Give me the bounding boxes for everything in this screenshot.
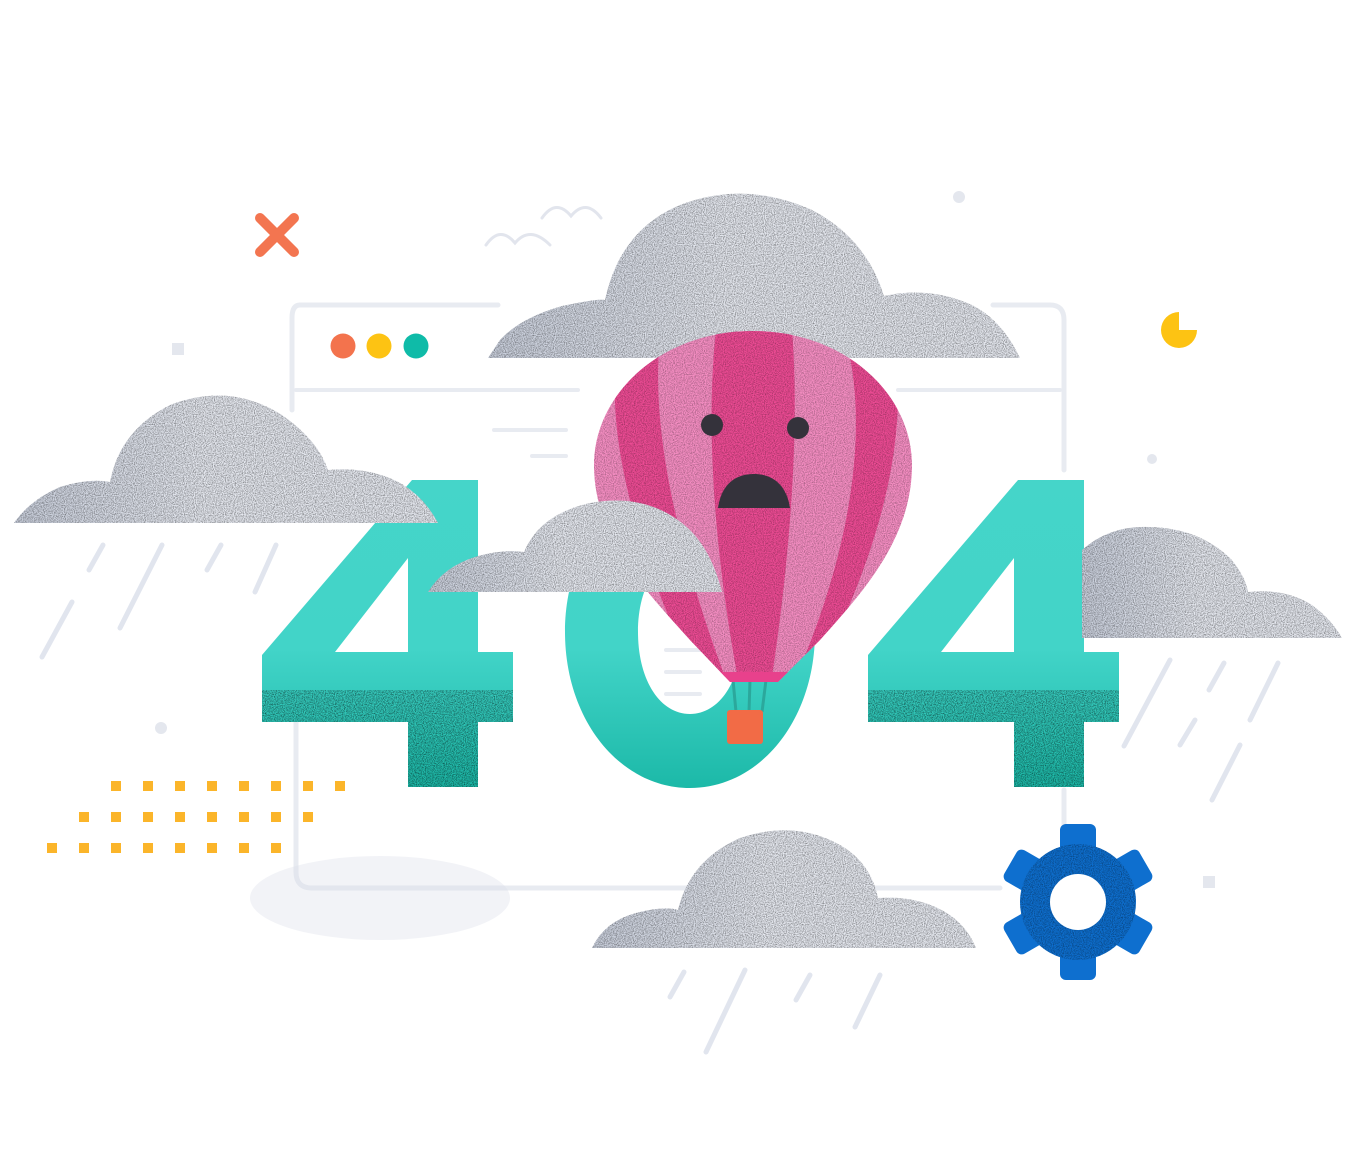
close-x-icon bbox=[255, 213, 299, 257]
digit-4-left bbox=[262, 480, 513, 787]
illustration-404 bbox=[14, 191, 1342, 1055]
bird-icon bbox=[484, 206, 603, 247]
digit-4-right bbox=[868, 480, 1119, 787]
gear-hole bbox=[1050, 874, 1106, 930]
cloud bbox=[14, 395, 438, 523]
round-dot bbox=[953, 191, 965, 203]
window-dot-yellow bbox=[366, 333, 392, 359]
pie-icon bbox=[1161, 312, 1197, 348]
basket bbox=[727, 710, 763, 744]
square-dot bbox=[172, 343, 184, 355]
dot-grid bbox=[47, 781, 345, 853]
gear-icon bbox=[1003, 824, 1153, 980]
round-dot bbox=[1147, 454, 1157, 464]
balloon-eye-left bbox=[701, 414, 723, 436]
balloon-eye-right bbox=[787, 417, 809, 439]
window-dot-teal bbox=[403, 333, 429, 359]
square-dot bbox=[1203, 876, 1215, 888]
round-dot bbox=[155, 722, 167, 734]
window-dot-red bbox=[330, 333, 356, 359]
speckle-smudge bbox=[250, 856, 510, 940]
cloud bbox=[1082, 526, 1342, 638]
